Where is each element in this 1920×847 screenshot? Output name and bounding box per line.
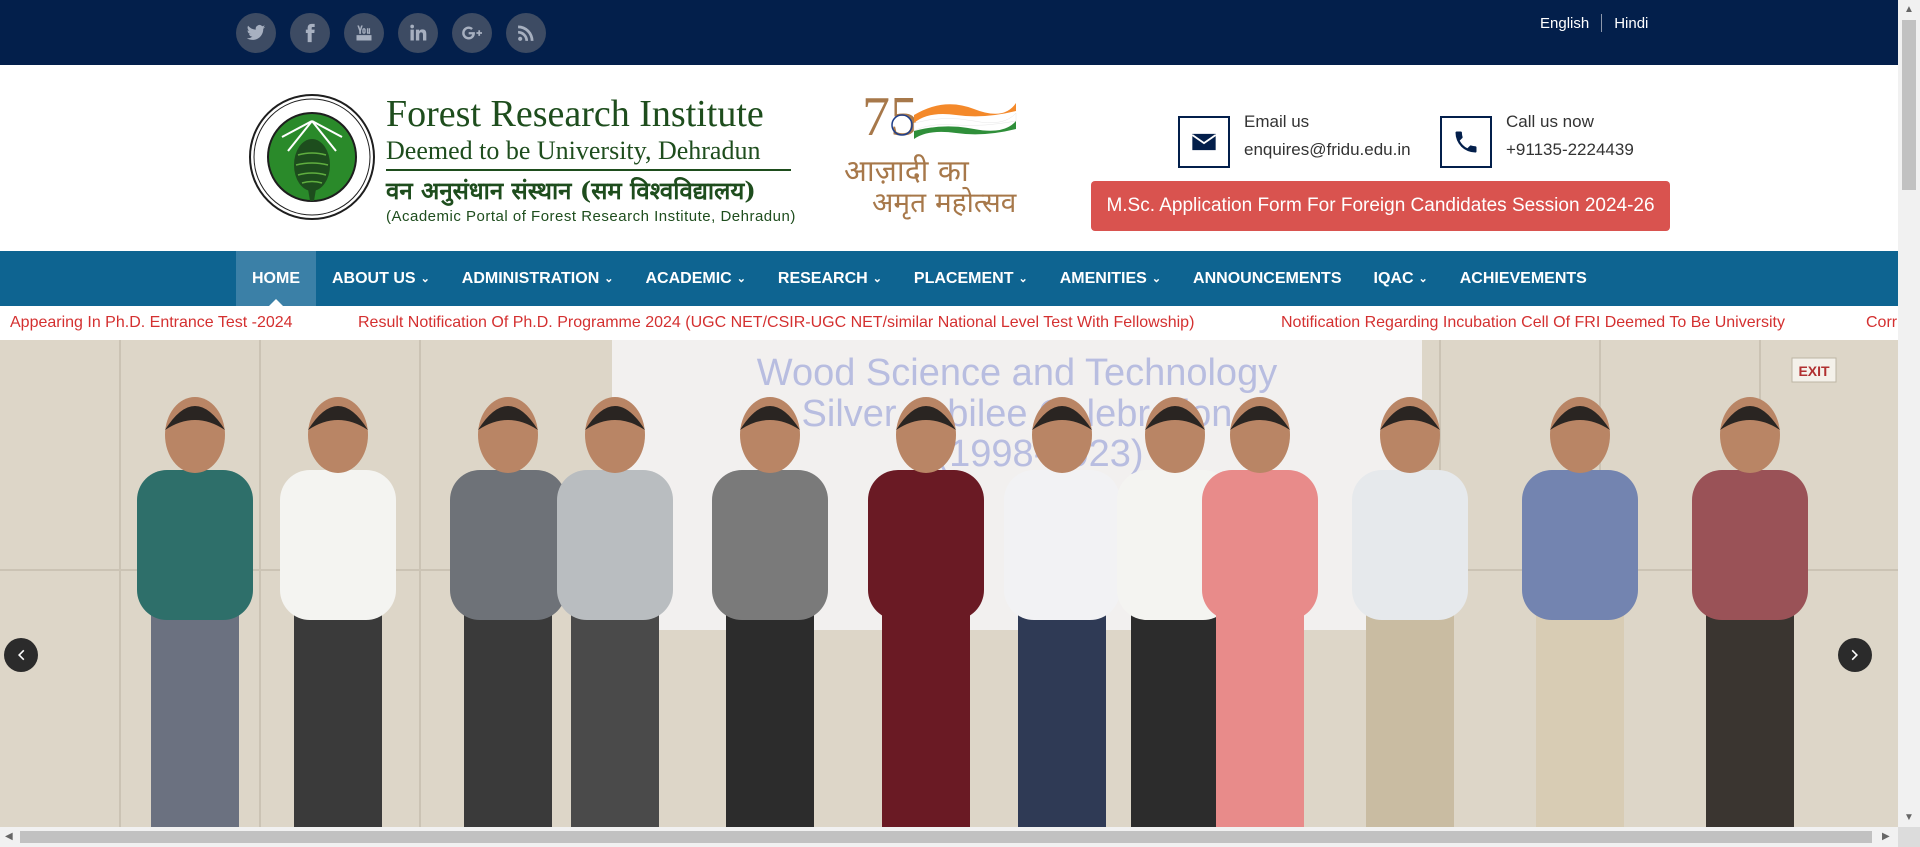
site-header: Forest Research Institute Deemed to be U… — [0, 65, 1898, 251]
divider — [1601, 14, 1603, 32]
chevron-down-icon: ⌄ — [604, 273, 614, 285]
ticker-item-phd-result[interactable]: Result Notification Of Ph.D. Programme 2… — [358, 314, 1194, 332]
phone-contact: Call us now +91135-2224439 — [1440, 108, 1634, 168]
nav-item-home[interactable]: HOME — [236, 251, 316, 306]
twitter-icon[interactable] — [236, 13, 276, 53]
slider-next-button[interactable] — [1838, 638, 1872, 672]
rss-icon[interactable] — [506, 13, 546, 53]
nav-item-label: RESEARCH — [777, 269, 868, 287]
email-address[interactable]: enquires@fridu.edu.in — [1244, 136, 1411, 164]
vertical-scroll-thumb[interactable] — [1902, 20, 1916, 190]
nav-item-label: PLACEMENT — [913, 269, 1014, 287]
azadi-text-line2: अमृत महोत्सव — [872, 186, 1017, 219]
screen-text-line1: Wood Science and Technology — [757, 352, 1277, 394]
vertical-scrollbar[interactable]: ▲ ▼ — [1898, 0, 1920, 827]
social-links — [236, 13, 546, 53]
nav-item-academic[interactable]: ACADEMIC ⌄ — [629, 251, 761, 306]
scroll-up-icon[interactable]: ▲ — [1904, 4, 1914, 15]
google-plus-icon[interactable] — [452, 13, 492, 53]
nav-item-research[interactable]: RESEARCH ⌄ — [762, 251, 898, 306]
nav-item-amenities[interactable]: AMENITIES ⌄ — [1044, 251, 1177, 306]
azadi-ka-amrit-mahotsav-logo: 75 आज़ादी का अमृत महोत्सव — [844, 83, 1044, 219]
fri-logo[interactable] — [248, 93, 376, 221]
scroll-left-icon[interactable]: ◀ — [5, 831, 13, 842]
hindi-name: वन अनुसंधान संस्थान (सम विश्वविद्यालय) — [386, 176, 756, 205]
lang-hindi-link[interactable]: Hindi — [1614, 15, 1648, 32]
chevron-down-icon: ⌄ — [872, 273, 882, 285]
announcement-ticker: Appearing In Ph.D. Entrance Test -2024 R… — [0, 306, 1898, 340]
phone-number[interactable]: +91135-2224439 — [1506, 136, 1634, 164]
slide-photo-group: Wood Science and Technology Silver Jubil… — [0, 340, 1898, 827]
nav-item-label: ADMINISTRATION — [461, 269, 600, 287]
horizontal-scroll-thumb[interactable] — [20, 831, 1872, 843]
top-bar: English Hindi — [0, 0, 1898, 65]
scroll-down-icon[interactable]: ▼ — [1904, 812, 1914, 823]
language-switcher: English Hindi — [1540, 14, 1648, 32]
nav-item-label: ACHIEVEMENTS — [1459, 269, 1587, 287]
lang-english-link[interactable]: English — [1540, 15, 1589, 32]
exit-sign-text: EXIT — [1798, 363, 1830, 379]
phone-icon — [1440, 116, 1492, 168]
horizontal-scrollbar[interactable]: ◀ ▶ — [0, 827, 1898, 847]
nav-item-achievements[interactable]: ACHIEVEMENTS — [1444, 251, 1603, 306]
ticker-item-phd-entrance[interactable]: Appearing In Ph.D. Entrance Test -2024 — [10, 314, 293, 332]
linkedin-icon[interactable] — [398, 13, 438, 53]
nav-item-about-us[interactable]: ABOUT US ⌄ — [316, 251, 446, 306]
msc-foreign-application-button[interactable]: M.Sc. Application Form For Foreign Candi… — [1091, 181, 1670, 231]
chevron-down-icon: ⌄ — [420, 273, 430, 285]
youtube-icon[interactable] — [344, 13, 384, 53]
portal-tagline: (Academic Portal of Forest Research Inst… — [386, 208, 796, 225]
institute-name[interactable]: Forest Research Institute — [386, 93, 796, 135]
chevron-down-icon: ⌄ — [736, 273, 746, 285]
hero-slider: Wood Science and Technology Silver Jubil… — [0, 340, 1898, 827]
nav-item-administration[interactable]: ADMINISTRATION ⌄ — [446, 251, 630, 306]
nav-item-iqac[interactable]: IQAC ⌄ — [1358, 251, 1444, 306]
page: English Hindi Forest Research Institute … — [0, 0, 1920, 847]
envelope-icon — [1178, 116, 1230, 168]
slider-prev-button[interactable] — [4, 638, 38, 672]
nav-item-label: HOME — [252, 269, 300, 287]
phone-label: Call us now — [1506, 112, 1594, 131]
brand-divider — [386, 169, 791, 171]
nav-item-label: ACADEMIC — [645, 269, 732, 287]
nav-item-announcements[interactable]: ANNOUNCEMENTS — [1177, 251, 1357, 306]
main-nav: HOME ABOUT US ⌄ ADMINISTRATION ⌄ ACADEMIC ⌄ RES… — [0, 251, 1898, 306]
svg-text:75: 75 — [862, 86, 918, 148]
ticker-item-incubation-cell[interactable]: Notification Regarding Incubation Cell O… — [1281, 314, 1785, 332]
facebook-icon[interactable] — [290, 13, 330, 53]
nav-item-label: ANNOUNCEMENTS — [1193, 269, 1342, 287]
university-subtitle: Deemed to be University, Dehradun — [386, 136, 761, 165]
nav-item-label: AMENITIES — [1059, 269, 1147, 287]
ticker-item-corrigendum[interactable]: Corri — [1866, 314, 1898, 332]
nav-item-label: IQAC — [1373, 269, 1414, 287]
nav-item-placement[interactable]: PLACEMENT ⌄ — [898, 251, 1044, 306]
brand-block: Forest Research Institute Deemed to be U… — [386, 93, 796, 227]
chevron-down-icon: ⌄ — [1018, 273, 1028, 285]
scroll-right-icon[interactable]: ▶ — [1882, 831, 1890, 842]
scrollbar-corner — [1898, 827, 1920, 847]
seventy-five-flag-emblem: 75 — [862, 86, 1017, 148]
chevron-down-icon: ⌄ — [1418, 273, 1428, 285]
nav-menu: HOME ABOUT US ⌄ ADMINISTRATION ⌄ ACADEMIC ⌄ RES… — [236, 251, 1603, 306]
chevron-down-icon: ⌄ — [1151, 273, 1162, 285]
nav-item-label: ABOUT US — [332, 269, 416, 287]
email-label: Email us — [1244, 112, 1310, 131]
email-contact: Email us enquires@fridu.edu.in — [1178, 108, 1411, 168]
